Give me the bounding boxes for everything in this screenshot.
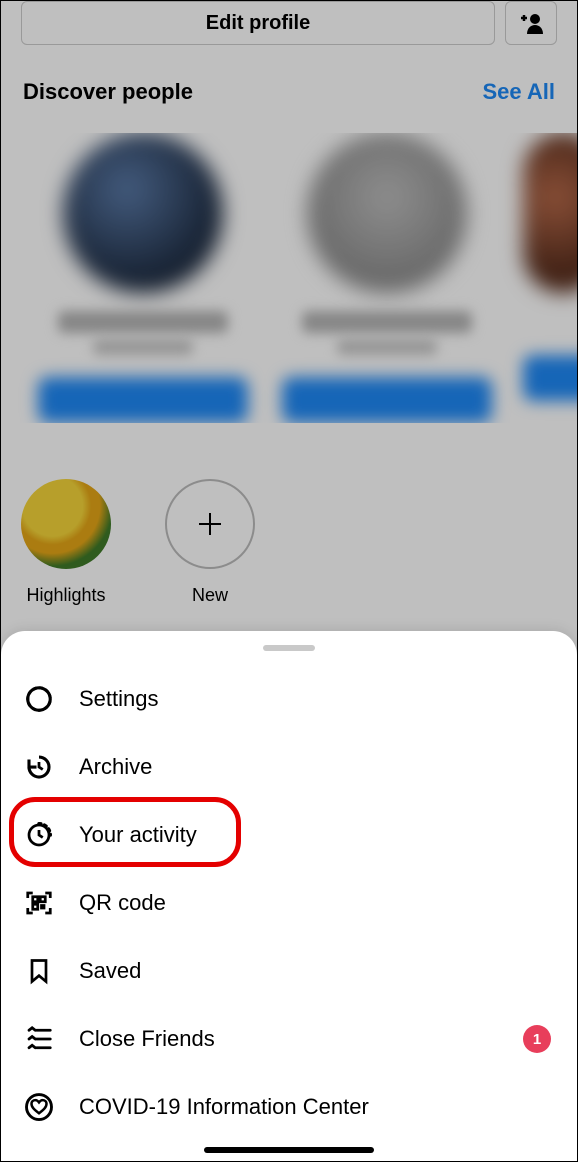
qr-code-icon [23,887,55,919]
menu-bottom-sheet: Settings Archive Your activity QR code [1,631,577,1161]
menu-item-covid-info[interactable]: COVID-19 Information Center [1,1073,577,1141]
menu-label: Archive [79,754,152,780]
close-friends-icon [23,1023,55,1055]
menu-label: QR code [79,890,166,916]
menu-item-settings[interactable]: Settings [1,665,577,733]
menu-label: Settings [79,686,159,712]
annotation-highlight [9,797,241,867]
menu-item-close-friends[interactable]: Close Friends 1 [1,1005,577,1073]
menu-label: COVID-19 Information Center [79,1094,369,1120]
sheet-grabber[interactable] [263,645,315,651]
menu-item-archive[interactable]: Archive [1,733,577,801]
heart-circle-icon [23,1091,55,1123]
close-friends-badge: 1 [523,1025,551,1053]
menu-label: Close Friends [79,1026,215,1052]
menu-label: Saved [79,958,141,984]
menu-item-qr-code[interactable]: QR code [1,869,577,937]
archive-icon [23,751,55,783]
gear-icon [23,683,55,715]
home-indicator[interactable] [204,1147,374,1153]
bookmark-icon [23,955,55,987]
menu-item-saved[interactable]: Saved [1,937,577,1005]
